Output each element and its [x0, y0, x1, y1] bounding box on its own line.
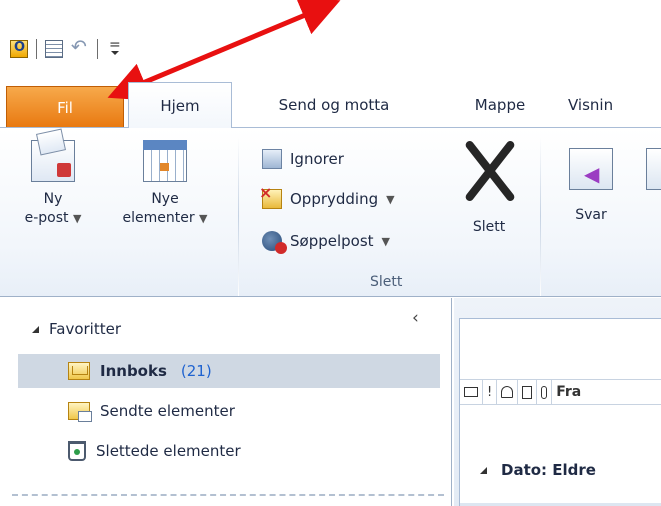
new-email-button[interactable]: Ny e-post ▼ [4, 140, 102, 228]
column-attachment[interactable] [537, 379, 553, 405]
tab-send-receive[interactable]: Send og motta [244, 82, 424, 128]
date-group-header[interactable]: Dato: Eldre [480, 461, 596, 479]
folder-item-sent[interactable]: Sendte elementer [18, 394, 440, 428]
junk-button[interactable]: Søppelpost ▼ [262, 228, 390, 254]
message-list-pane: ! Fra Dato: Eldre [454, 298, 661, 506]
new-items-label-1: Nye [151, 191, 179, 207]
new-email-label-2: e-post [24, 210, 69, 226]
dropdown-arrow-icon: ▼ [72, 212, 82, 225]
reply-all-icon [646, 148, 661, 190]
envelope-icon [464, 387, 478, 397]
column-header-row: ! Fra [460, 379, 661, 405]
ignore-button[interactable]: Ignorer [262, 146, 344, 172]
expand-triangle-icon [480, 466, 487, 474]
folder-name: Slettede elementer [96, 442, 241, 460]
folder-pane: Favoritter ‹ Innboks (21) Sendte elemente… [0, 298, 452, 506]
folder-item-inbox[interactable]: Innboks (21) [18, 354, 440, 388]
tab-hjem[interactable]: Hjem [128, 82, 232, 128]
favorites-label: Favoritter [49, 320, 121, 338]
ribbon-tabs: Fil Hjem Send og motta Mappe Visnin [0, 82, 661, 128]
inbox-folder-icon [68, 362, 90, 380]
new-email-icon [31, 140, 75, 182]
reply-button[interactable]: Svar [556, 148, 626, 225]
sent-folder-icon [68, 402, 92, 422]
message-list: ! Fra Dato: Eldre [459, 318, 661, 506]
dropdown-arrow-icon: ▼ [386, 192, 395, 206]
expand-triangle-icon [32, 325, 39, 333]
ignore-label: Ignorer [290, 150, 344, 168]
tab-mappe[interactable]: Mappe [450, 82, 550, 128]
ignore-icon [262, 149, 282, 169]
column-type[interactable] [460, 379, 483, 405]
delete-group-label: Slett [370, 274, 403, 290]
reply-all-button[interactable] [646, 148, 661, 198]
junk-label: Søppelpost [290, 232, 374, 250]
document-icon [522, 385, 533, 399]
undo-icon[interactable] [71, 36, 89, 58]
pane-divider [12, 494, 444, 496]
dropdown-arrow-icon: ▼ [199, 212, 208, 225]
outlook-logo-icon[interactable] [10, 40, 28, 58]
importance-icon: ! [487, 384, 493, 400]
folder-name: Sendte elementer [100, 402, 235, 420]
unread-count: (21) [180, 362, 212, 380]
group-separator [238, 136, 239, 296]
group-separator [540, 136, 541, 296]
junk-icon [262, 231, 287, 254]
cleanup-button[interactable]: Opprydding ▼ [259, 183, 395, 212]
customize-toolbar-icon[interactable] [106, 37, 124, 58]
column-from[interactable]: Fra [552, 379, 585, 405]
cleanup-label: Opprydding [290, 190, 379, 208]
paperclip-icon [541, 385, 548, 399]
toolbar-separator [97, 39, 98, 59]
quick-access-toolbar [10, 34, 124, 64]
toolbar-separator [36, 39, 37, 59]
folder-name: Innboks [100, 362, 167, 380]
column-importance[interactable]: ! [483, 379, 498, 405]
reminder-bell-icon [501, 386, 514, 398]
tab-fil[interactable]: Fil [6, 86, 124, 128]
cleanup-icon [259, 183, 282, 209]
new-items-button[interactable]: Nye elementer ▼ [100, 140, 230, 228]
date-group-label: Dato: Eldre [501, 461, 596, 479]
dropdown-arrow-icon: ▼ [381, 234, 391, 248]
deleted-folder-icon [68, 441, 86, 461]
column-icon[interactable] [518, 379, 538, 405]
folder-item-deleted[interactable]: Slettede elementer [18, 434, 440, 468]
reply-label: Svar [575, 207, 607, 223]
new-items-icon [143, 140, 187, 182]
new-items-label-2: elementer [122, 210, 195, 226]
favorites-header[interactable]: Favoritter [32, 320, 121, 338]
delete-button[interactable]: Slett [456, 218, 522, 237]
new-email-label-1: Ny [43, 191, 63, 207]
tab-visning[interactable]: Visnin [568, 82, 661, 128]
arrow-line [107, 0, 341, 101]
reply-icon [569, 148, 613, 190]
collapse-pane-icon[interactable]: ‹ [412, 308, 419, 328]
column-reminder[interactable] [497, 379, 519, 405]
ribbon: Ny e-post ▼ Nye elementer ▼ Ignorer Oppr… [0, 127, 661, 297]
send-receive-icon[interactable] [45, 40, 63, 58]
delete-icon[interactable] [460, 136, 520, 206]
